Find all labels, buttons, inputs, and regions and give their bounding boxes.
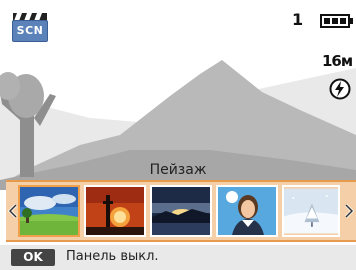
dawn-thumbnail: [152, 187, 210, 235]
scene-thumbnail-landscape[interactable]: [18, 185, 80, 237]
chevron-left-icon[interactable]: [8, 204, 18, 218]
ok-button[interactable]: OK: [11, 249, 55, 266]
bottom-hint-bar: OK Панель выкл.: [0, 245, 356, 270]
snow-thumbnail: [284, 188, 338, 234]
portrait-thumbnail: [218, 187, 276, 235]
scene-thumbnail-snow[interactable]: [282, 185, 340, 237]
chevron-right-icon[interactable]: [344, 204, 354, 218]
scene-selector-strip: [6, 180, 356, 242]
scene-badge-label: SCN: [16, 24, 44, 37]
battery-full-icon: [320, 14, 353, 28]
scene-thumbnail-portrait[interactable]: [216, 185, 278, 237]
flash-auto-icon: [329, 78, 351, 100]
sunset-thumbnail: [86, 187, 144, 235]
scene-mode-icon: SCN: [12, 11, 54, 43]
current-scene-name: Пейзаж: [149, 162, 207, 178]
panel-off-label: Панель выкл.: [66, 249, 159, 264]
camera-scene-screen: SCN 1 16м Пейзаж OK Панель выкл.: [0, 0, 356, 270]
landscape-thumbnail: [20, 187, 78, 235]
remaining-shots-count: 1: [292, 10, 304, 29]
scene-thumbnail-sunset[interactable]: [84, 185, 146, 237]
resolution-indicator: 16м: [322, 52, 353, 70]
scene-thumbnail-dawn[interactable]: [150, 185, 212, 237]
